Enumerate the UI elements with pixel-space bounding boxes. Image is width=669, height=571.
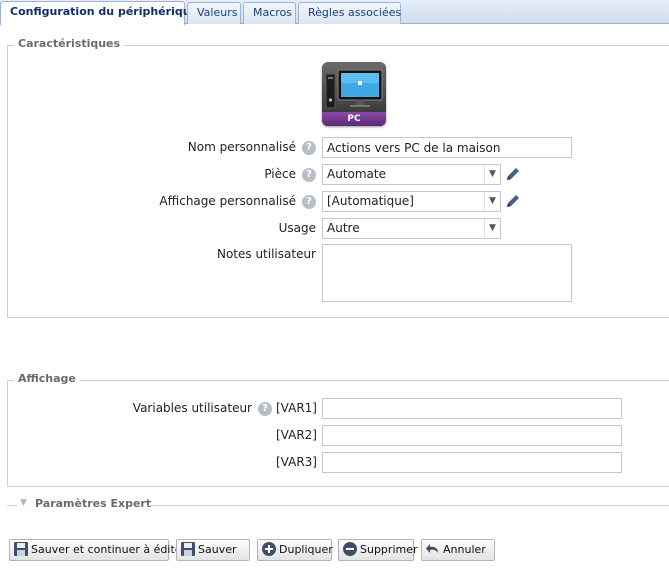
minus-circle-icon [343,542,357,556]
duplicate-button[interactable]: Dupliquer [257,539,333,561]
piece-select-value: Automate [327,167,386,181]
affichage-help-icon[interactable]: ? [302,195,316,209]
save-label: Sauver [198,543,237,556]
var2-label: [VAR2] [276,428,317,442]
nom-personnalise-label: Nom personnalisé [187,140,296,154]
chevron-down-icon: ▼ [484,219,500,238]
cancel-button[interactable]: Annuler [421,539,495,561]
piece-select[interactable]: Automate ▼ [322,164,501,185]
usage-select[interactable]: Autre ▼ [322,218,501,239]
expand-arrow-icon: ▼ [20,498,27,508]
affichage-personnalise-select[interactable]: [Automatique] ▼ [322,191,501,212]
plus-circle-icon [262,542,276,556]
tab-configuration[interactable]: Configuration du périphérique [0,1,198,25]
delete-label: Supprimer [360,543,418,556]
var1-input[interactable] [322,398,622,419]
variables-utilisateur-label: Variables utilisateur [132,401,252,415]
var2-input[interactable] [322,425,622,446]
pc-device-label: PC [322,112,386,126]
delete-button[interactable]: Supprimer [338,539,418,561]
chevron-down-icon: ▼ [484,165,500,184]
parametres-expert-label: Paramètres Expert [35,497,152,510]
expert-divider-right [148,505,669,506]
save-continue-button[interactable]: Sauver et continuer à éditer [9,539,186,561]
usage-label: Usage [278,221,316,235]
caracteristiques-legend: Caractéristiques [14,37,125,50]
variables-help-icon[interactable]: ? [258,402,272,416]
tab-bar: Configuration du périphérique Valeurs Ma… [0,0,669,25]
usage-select-value: Autre [327,221,360,235]
edit-affichage-pencil-icon[interactable] [504,192,522,210]
var3-input[interactable] [322,452,622,473]
affichage-legend: Affichage [14,372,80,385]
monitor-icon [325,69,383,109]
save-continue-label: Sauver et continuer à éditer [31,543,187,556]
parametres-expert-toggle[interactable]: ▼ Paramètres Expert [0,497,669,513]
expert-divider-left [7,505,17,506]
notes-utilisateur-textarea[interactable] [322,244,572,302]
undo-arrow-icon [426,544,438,553]
var3-label: [VAR3] [276,455,317,469]
tab-macros[interactable]: Macros [243,2,296,24]
floppy-disk-icon [14,542,28,556]
piece-label: Pièce [264,167,296,181]
floppy-disk-icon [181,542,195,556]
var1-label: [VAR1] [276,401,317,415]
nom-personnalise-input[interactable] [322,137,572,158]
piece-help-icon[interactable]: ? [302,168,316,182]
edit-piece-pencil-icon[interactable] [504,165,522,183]
chevron-down-icon: ▼ [484,192,500,211]
nom-help-icon[interactable]: ? [302,141,316,155]
duplicate-label: Dupliquer [279,543,333,556]
pc-device-icon: PC [322,62,386,126]
affichage-personnalise-label: Affichage personnalisé [159,194,296,208]
notes-utilisateur-label: Notes utilisateur [216,247,316,261]
tab-valeurs[interactable]: Valeurs [187,2,241,24]
affichage-select-value: [Automatique] [327,194,414,208]
cancel-label: Annuler [443,543,486,556]
tab-regles-associees[interactable]: Règles associées [298,2,401,24]
save-button[interactable]: Sauver [176,539,250,561]
